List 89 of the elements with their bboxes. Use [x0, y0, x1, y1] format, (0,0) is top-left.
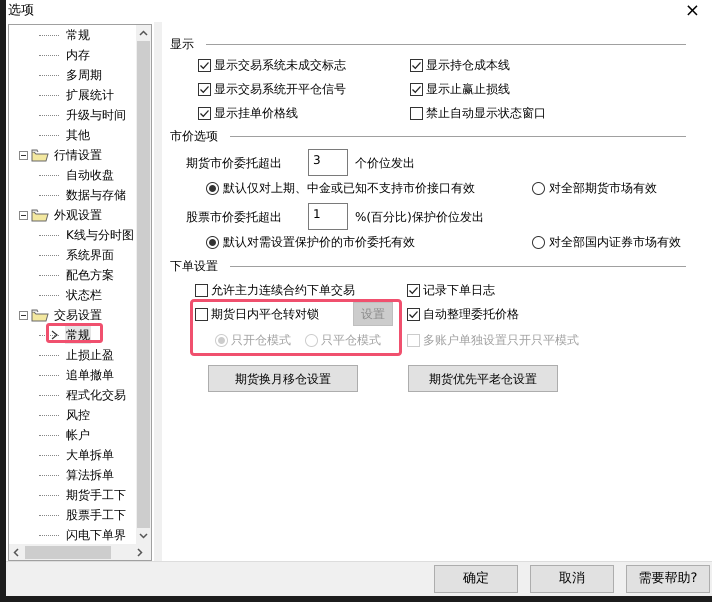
- collapse-toggle[interactable]: [19, 150, 28, 160]
- close-button[interactable]: ×: [684, 2, 700, 20]
- checkbox[interactable]: [410, 82, 423, 96]
- tree-item[interactable]: 配色方案: [65, 266, 115, 284]
- checkbox-label: 记录下单日志: [423, 282, 495, 299]
- check-icon: [199, 108, 210, 118]
- tree-item[interactable]: 自动收盘: [65, 166, 115, 184]
- window-title: 选项: [8, 2, 34, 20]
- field-suffix: 个价位发出: [355, 154, 415, 172]
- tree-item[interactable]: 其他: [65, 126, 91, 144]
- check-icon: [408, 284, 419, 296]
- checkbox[interactable]: [198, 106, 211, 120]
- radio-label: 只平仓模式: [321, 332, 381, 349]
- tree-item[interactable]: 大单拆单: [65, 446, 115, 464]
- tree-group[interactable]: 外观设置: [54, 206, 102, 224]
- checkbox[interactable]: [410, 58, 423, 72]
- checkbox-label: 允许主力连续合约下单交易: [211, 282, 355, 299]
- field-suffix: %(百分比)保护价位发出: [355, 208, 484, 226]
- check-icon: [199, 60, 210, 70]
- tree-item[interactable]: 闪电下单界: [65, 526, 127, 544]
- tree-item[interactable]: 扩展统计: [65, 86, 115, 104]
- field-label: 期货市价委托超出: [186, 154, 283, 172]
- checkbox[interactable]: [410, 106, 423, 120]
- folder-icon: [31, 308, 49, 322]
- tree-item[interactable]: 状态栏: [65, 286, 103, 304]
- horizontal-scrollbar[interactable]: [9, 544, 151, 560]
- radio-label: 对全部国内证券市场有效: [549, 234, 681, 251]
- checkbox[interactable]: [195, 284, 208, 296]
- folder-icon: [31, 148, 49, 162]
- tree-group[interactable]: 行情设置: [54, 146, 102, 164]
- checkbox-label: 禁止自动显示状态窗口: [426, 105, 546, 122]
- section-title: 下单设置: [170, 258, 218, 275]
- check-icon: [408, 308, 419, 320]
- dialog-button[interactable]: 需要帮助?: [626, 565, 710, 593]
- check-icon: [411, 60, 422, 70]
- checkbox-label: 显示止赢止损线: [426, 81, 510, 98]
- radio-button[interactable]: [206, 236, 219, 248]
- dialog-button[interactable]: 取消: [530, 565, 614, 593]
- checkbox-label: 显示交易系统开平仓信号: [214, 81, 346, 98]
- checkbox-label: 自动整理委托价格: [423, 306, 519, 323]
- tree-item[interactable]: 升级与时间: [65, 106, 127, 124]
- checkbox-label: 多账户单独设置只开只平模式: [423, 332, 579, 349]
- checkbox-label: 显示交易系统未成交标志: [214, 57, 346, 74]
- action-button[interactable]: 期货优先平老仓设置: [408, 365, 558, 392]
- vertical-scrollbar[interactable]: [136, 25, 151, 544]
- tree-item[interactable]: 系统界面: [65, 246, 115, 264]
- checkbox-label: 显示挂单价格线: [214, 105, 298, 122]
- tree-item[interactable]: 常规: [65, 26, 91, 44]
- field-label: 股票市价委托超出: [186, 208, 283, 226]
- radio-button[interactable]: [206, 182, 219, 194]
- section-title: 市价选项: [170, 128, 218, 145]
- checkbox[interactable]: [198, 58, 211, 72]
- radio-label: 对全部期货市场有效: [549, 180, 657, 197]
- tree-item[interactable]: 内存: [65, 46, 91, 64]
- radio-label: 默认对需设置保护价的市价委托有效: [223, 234, 415, 251]
- checkbox-label: 期货日内平仓转对锁: [211, 306, 319, 323]
- radio-button[interactable]: [532, 236, 545, 248]
- collapse-toggle[interactable]: [19, 310, 28, 320]
- check-icon: [411, 84, 422, 94]
- radio-button[interactable]: [532, 182, 545, 194]
- checkbox[interactable]: [198, 82, 211, 96]
- scroll-thumb[interactable]: [25, 546, 111, 558]
- tree-item[interactable]: 期货手工下: [65, 486, 127, 504]
- check-icon: [199, 84, 210, 94]
- scroll-thumb[interactable]: [137, 41, 150, 528]
- checkbox[interactable]: [407, 284, 420, 296]
- tree-item[interactable]: 算法拆单: [65, 466, 115, 484]
- tree-item[interactable]: 股票手工下: [65, 506, 127, 524]
- input-field[interactable]: 3: [308, 149, 348, 176]
- action-button[interactable]: 期货换月移仓设置: [208, 365, 358, 392]
- tree-group[interactable]: 交易设置: [54, 306, 102, 324]
- input-field[interactable]: 1: [308, 203, 348, 230]
- radio-label: 只开仓模式: [231, 332, 291, 349]
- tree-item[interactable]: 追单撤单: [65, 366, 115, 384]
- tree-item[interactable]: 多周期: [65, 66, 103, 84]
- folder-icon: [31, 208, 49, 222]
- checkbox[interactable]: [195, 308, 208, 320]
- radio-label: 默认仅对上期、中金或已知不支持市价接口有效: [223, 180, 475, 197]
- tree-item[interactable]: 程式化交易: [65, 386, 127, 404]
- collapse-toggle[interactable]: [19, 210, 28, 220]
- checkbox-label: 显示持仓成本线: [426, 57, 510, 74]
- dialog-button[interactable]: 确定: [434, 565, 518, 593]
- tree-item[interactable]: 帐户: [65, 426, 91, 444]
- tree-item[interactable]: 风控: [65, 406, 91, 424]
- section-title: 显示: [170, 36, 194, 53]
- tree-item[interactable]: 数据与存储: [65, 186, 127, 204]
- tree-item[interactable]: K线与分时图: [65, 226, 135, 244]
- checkbox[interactable]: [407, 308, 420, 320]
- tree-item[interactable]: 止损止盈: [65, 346, 115, 364]
